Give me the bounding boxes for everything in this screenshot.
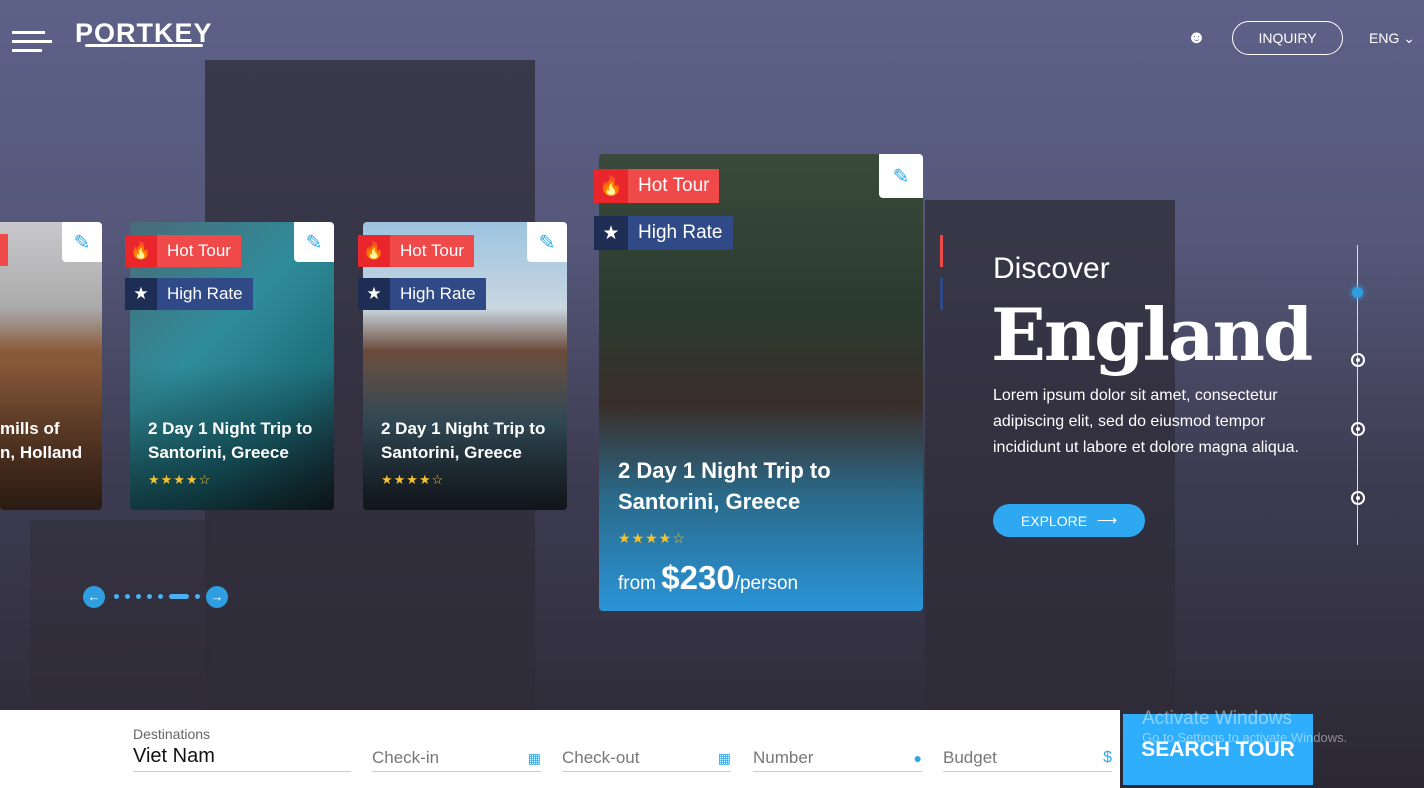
rating-stars: ★★★★☆ — [618, 530, 686, 546]
hot-tour-badge: 🔥 Hot Tour — [125, 235, 241, 267]
language-selector[interactable]: ENG ⌄ — [1369, 30, 1415, 47]
star-icon: ★ — [594, 216, 628, 250]
fire-icon: 🔥 — [594, 169, 628, 203]
document-edit-icon[interactable]: ✎ — [294, 222, 334, 262]
checkout-input[interactable]: Check-out ▦ — [562, 745, 731, 772]
airplane-logo-icon — [85, 44, 203, 47]
destinations-label: Destinations — [133, 726, 211, 742]
dollar-icon: $ — [1103, 749, 1112, 766]
accent-bar-blue — [940, 278, 943, 310]
tour-card[interactable]: 🔥 Hot Tour ★ High Rate ✎ 2 Day 1 Night Tri… — [358, 222, 567, 510]
next-arrow-button[interactable]: → — [206, 586, 228, 608]
hot-tour-badge: 🔥 Hot Tour — [358, 235, 474, 267]
slide-pager-dot[interactable] — [1351, 353, 1365, 367]
person-icon: ● — [913, 750, 922, 766]
user-icon[interactable]: ☻ — [1187, 27, 1207, 47]
slide-pager-dot[interactable] — [1351, 491, 1365, 505]
card-title: mills of — [0, 419, 60, 438]
tour-card[interactable]: ✎ mills of n, Holland — [0, 222, 102, 510]
budget-input[interactable]: Budget $ — [943, 745, 1112, 772]
calendar-icon: ▦ — [717, 749, 731, 766]
star-icon: ★ — [358, 278, 390, 310]
high-rate-badge: ★ High Rate — [125, 278, 253, 310]
rating-stars: ★★★★☆ — [381, 472, 445, 487]
star-icon: ★ — [125, 278, 157, 310]
calendar-icon: ▦ — [527, 749, 541, 766]
accent-bar-red — [940, 235, 943, 267]
tour-card[interactable]: 🔥 Hot Tour ★ High Rate ✎ 2 Day 1 Night Tri… — [125, 222, 334, 510]
card-title: 2 Day 1 Night Trip to — [381, 419, 546, 438]
windows-watermark: Activate Windows Go to Settings to activa… — [1142, 708, 1348, 745]
carousel-dots[interactable] — [114, 594, 200, 599]
slide-pager-dot[interactable] — [1351, 422, 1365, 436]
checkin-input[interactable]: Check-in ▦ — [372, 745, 541, 772]
featured-tour-card[interactable]: 🔥 Hot Tour ★ High Rate ✎ 2 Day 1 Night Tri… — [594, 154, 923, 611]
hot-tour-badge: 🔥 Hot Tour — [594, 169, 720, 203]
hero-kicker: Discover — [993, 252, 1110, 285]
hero-description: Lorem ipsum dolor sit amet, consectetur a… — [993, 387, 1299, 456]
document-edit-icon[interactable]: ✎ — [879, 154, 923, 198]
slide-pager-dot-active[interactable] — [1352, 287, 1363, 298]
prev-arrow-button[interactable]: ← — [83, 586, 105, 608]
arrow-right-icon: ⟶ — [1097, 512, 1118, 528]
destination-input[interactable]: Viet Nam — [133, 745, 351, 772]
menu-button[interactable] — [12, 31, 52, 58]
card-title: Santorini, Greece — [148, 442, 289, 462]
card-title: Santorini, Greece — [381, 442, 522, 462]
high-rate-badge: ★ High Rate — [358, 278, 486, 310]
card-title: 2 Day 1 Night Trip to — [148, 419, 313, 438]
rating-stars: ★★★★☆ — [148, 472, 212, 487]
fire-icon: 🔥 — [358, 235, 390, 267]
fire-icon: 🔥 — [125, 235, 157, 267]
card-title: n, Holland — [0, 442, 83, 462]
inquiry-button[interactable]: INQUIRY — [1232, 21, 1343, 55]
document-edit-icon[interactable]: ✎ — [62, 222, 102, 262]
explore-button[interactable]: EXPLORE ⟶ — [993, 504, 1145, 537]
card-title: Santorini, Greece — [618, 488, 801, 514]
high-rate-badge: ★ High Rate — [594, 216, 733, 250]
document-edit-icon[interactable]: ✎ — [527, 222, 567, 262]
card-title: 2 Day 1 Night Trip to — [618, 458, 831, 483]
hero-title: England — [991, 292, 1313, 377]
number-input[interactable]: Number ● — [753, 745, 922, 772]
language-label: ENG — [1369, 30, 1400, 46]
price: from $230/person — [618, 559, 799, 596]
